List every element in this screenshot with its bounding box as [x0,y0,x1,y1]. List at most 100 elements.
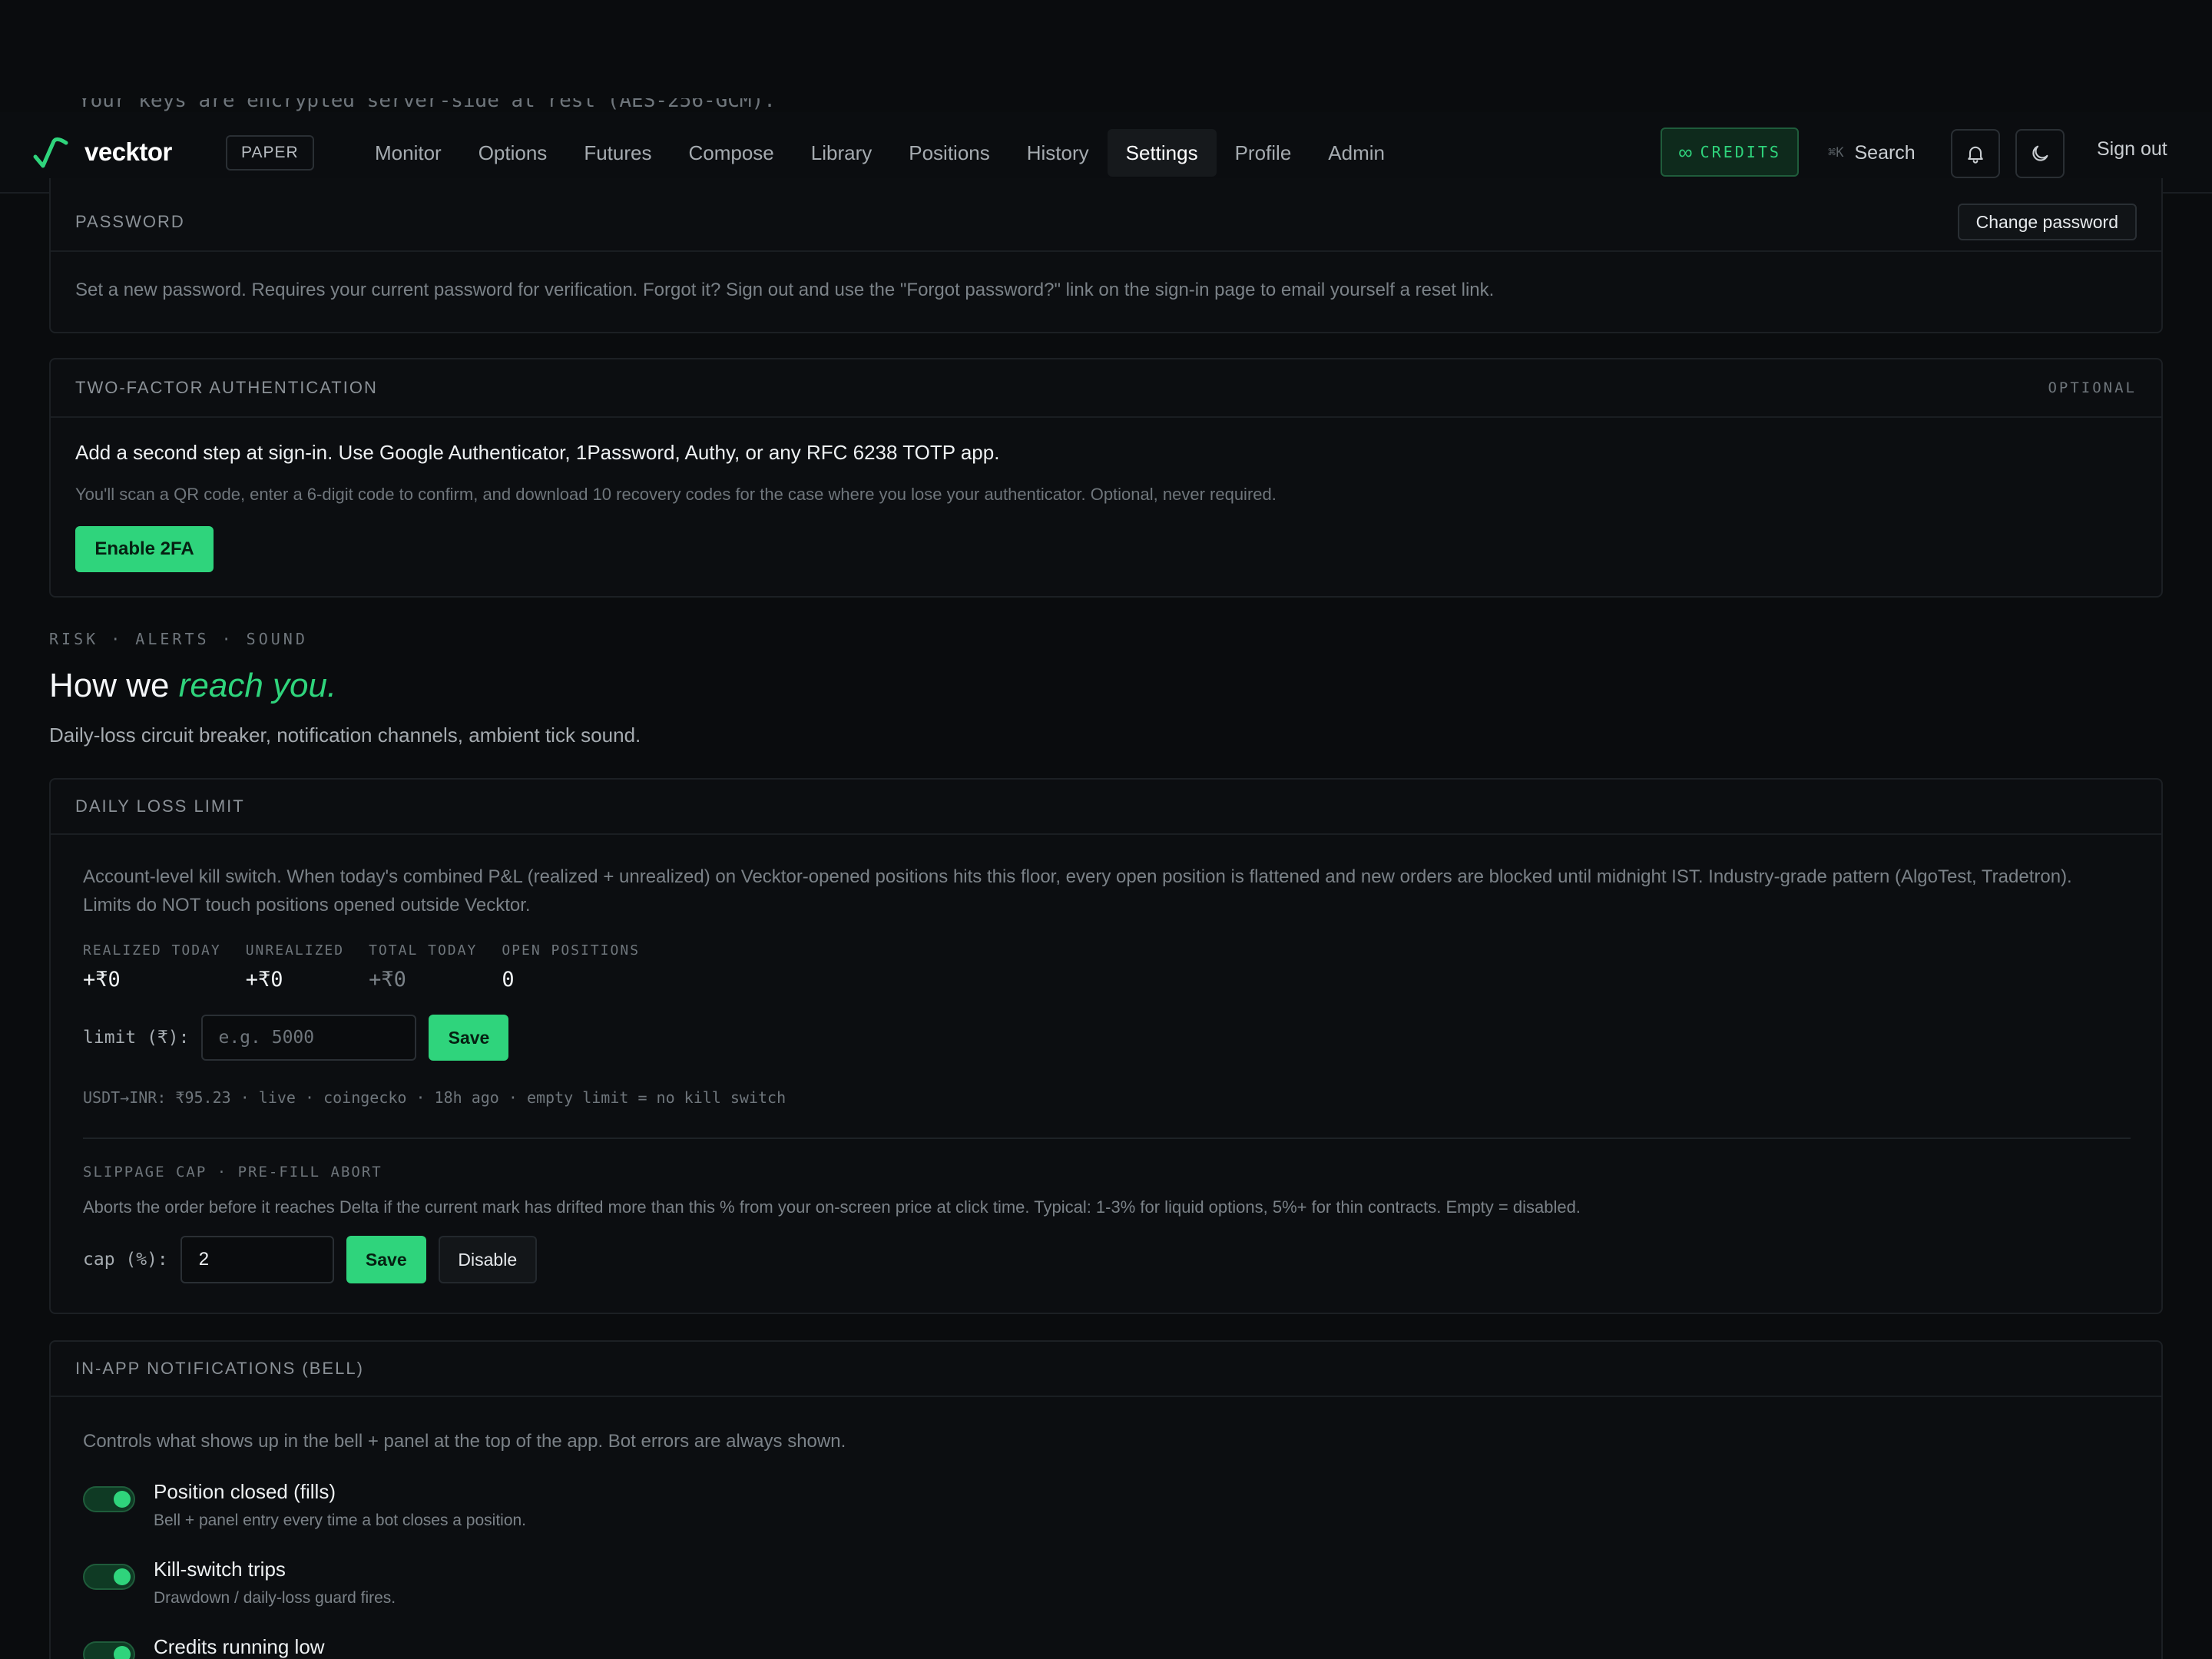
toggle-text: Kill-switch trips Drawdown / daily-loss … [154,1558,396,1608]
search-button[interactable]: ⌘K Search [1828,135,1916,171]
section-title-accent: reach you. [178,667,337,704]
optional-tag: OPTIONAL [2048,379,2137,396]
toggle-text: Position closed (fills) Bell + panel ent… [154,1480,526,1530]
toggle-subtitle: Bell + panel entry every time a bot clos… [154,1512,527,1529]
nav-profile[interactable]: Profile [1217,129,1310,177]
main-nav: Monitor Options Futures Compose Library … [356,129,1403,194]
divider [83,1137,2131,1139]
section-description: Daily-loss circuit breaker, notification… [49,724,641,747]
toggle-row-credits-low: Credits running low [83,1635,2131,1659]
limit-label: limit (₹): [83,1028,190,1048]
stat-label: OPEN POSITIONS [502,942,641,959]
notifications-card: IN-APP NOTIFICATIONS (BELL) Controls wha… [49,1340,2163,1659]
infinity-icon: ∞ [1678,140,1693,164]
slippage-cap-row: cap (%): 2 Save Disable [83,1236,2131,1283]
nav-settings[interactable]: Settings [1107,129,1217,194]
two-factor-detail: You'll scan a QR code, enter a 6-digit c… [75,485,1277,504]
daily-loss-desc-line1: Account-level kill switch. When today's … [83,866,2072,887]
toggle-row-position-closed: Position closed (fills) Bell + panel ent… [83,1480,2131,1530]
stat-value: +₹0 [83,968,121,992]
credits-low-toggle[interactable] [83,1641,135,1659]
notifications-body: Controls what shows up in the bell + pan… [51,1397,2161,1659]
daily-loss-desc-line2: Limits do NOT touch positions opened out… [83,895,531,916]
stat-value: +₹0 [245,968,283,992]
section-kicker: RISK · ALERTS · SOUND [49,630,308,648]
cap-save-button[interactable]: Save [346,1236,426,1283]
slippage-kicker: SLIPPAGE CAP · PRE-FILL ABORT [83,1164,382,1181]
limit-save-button[interactable]: Save [429,1015,509,1061]
toggle-title: Kill-switch trips [154,1558,286,1581]
toggle-title: Credits running low [154,1635,325,1658]
notifications-title: IN-APP NOTIFICATIONS (BELL) [75,1359,364,1378]
nav-monitor[interactable]: Monitor [356,129,460,177]
moon-icon [2032,145,2048,161]
stat-label: REALIZED TODAY [83,942,221,959]
enable-2fa-button[interactable]: Enable 2FA [75,526,214,572]
nav-compose[interactable]: Compose [670,129,792,177]
toggle-text: Credits running low [154,1635,325,1659]
stat-open-positions: OPEN POSITIONS 0 [502,942,640,992]
slippage-description: Aborts the order before it reaches Delta… [83,1197,1581,1217]
section-title-plain: How we [49,667,179,704]
pnl-stats: REALIZED TODAY +₹0 UNREALIZED +₹0 TOTAL … [83,942,2131,992]
toggle-knob [114,1646,131,1659]
cap-disable-button[interactable]: Disable [438,1236,537,1283]
toggle-knob [114,1568,131,1585]
notifications-bell-button[interactable] [1951,129,2000,178]
password-title: PASSWORD [75,212,185,231]
nav-admin[interactable]: Admin [1310,129,1403,177]
section-title: How we reach you. [49,667,336,705]
checkmark-logo-icon [33,137,68,168]
nav-history[interactable]: History [1008,129,1108,177]
notifications-header: IN-APP NOTIFICATIONS (BELL) [51,1342,2161,1397]
sign-out-link[interactable]: Sign out [2097,138,2167,161]
stat-unrealized: UNREALIZED +₹0 [246,942,344,992]
daily-loss-card: DAILY LOSS LIMIT Account-level kill swit… [49,778,2163,1314]
toggle-title: Position closed (fills) [154,1480,336,1503]
daily-loss-header: DAILY LOSS LIMIT [51,780,2161,835]
daily-loss-title: DAILY LOSS LIMIT [75,796,245,816]
credits-button[interactable]: ∞ CREDITS [1661,127,1799,177]
brand-logo[interactable]: vecktor [32,135,172,169]
stat-value: 0 [502,968,515,992]
toggle-row-kill-switch: Kill-switch trips Drawdown / daily-loss … [83,1558,2131,1608]
theme-toggle-button[interactable] [2015,129,2065,178]
limit-input[interactable]: e.g. 5000 [201,1015,417,1061]
search-label: Search [1854,141,1916,164]
two-factor-body: Add a second step at sign-in. Use Google… [51,418,2161,595]
change-password-button[interactable]: Change password [1957,204,2137,240]
paper-mode-badge[interactable]: PAPER [226,135,314,171]
nav-options[interactable]: Options [460,129,566,177]
daily-loss-description: Account-level kill switch. When today's … [83,863,2131,919]
two-factor-header: TWO-FACTOR AUTHENTICATION OPTIONAL [51,359,2161,418]
nav-library[interactable]: Library [793,129,890,177]
position-closed-toggle[interactable] [83,1486,135,1512]
search-shortcut: ⌘K [1828,145,1844,161]
password-card: PASSWORD Change password Set a new passw… [49,178,2163,333]
kill-switch-toggle[interactable] [83,1564,135,1590]
two-factor-card: TWO-FACTOR AUTHENTICATION OPTIONAL Add a… [49,358,2163,598]
password-card-header: PASSWORD Change password [51,178,2161,252]
daily-loss-body: Account-level kill switch. When today's … [51,835,2161,1283]
stat-label: UNREALIZED [245,942,345,959]
password-description: Set a new password. Requires your curren… [75,280,1495,300]
bell-icon [1968,146,1983,164]
password-card-body: Set a new password. Requires your curren… [51,252,2161,329]
limit-row: limit (₹): e.g. 5000 Save [83,1015,2131,1061]
credits-label: CREDITS [1700,143,1781,161]
toggle-subtitle: Drawdown / daily-loss guard fires. [154,1589,396,1607]
toggle-knob [114,1491,131,1508]
stat-realized: REALIZED TODAY +₹0 [83,942,221,992]
stat-total: TOTAL TODAY +₹0 [369,942,477,992]
two-factor-title: TWO-FACTOR AUTHENTICATION [75,378,378,397]
two-factor-summary: Add a second step at sign-in. Use Google… [75,441,1000,464]
nav-positions[interactable]: Positions [890,129,1008,177]
clipped-note-text: Your keys are encrypted server-side at r… [78,98,776,112]
fx-rate-line: USDT→INR: ₹95.23 · live · coingecko · 18… [83,1088,786,1107]
stat-label: TOTAL TODAY [369,942,478,959]
notifications-description: Controls what shows up in the bell + pan… [83,1431,846,1452]
cap-label: cap (%): [83,1250,168,1270]
stat-value: +₹0 [369,968,406,992]
cap-input[interactable]: 2 [180,1236,334,1283]
nav-futures[interactable]: Futures [565,129,670,177]
